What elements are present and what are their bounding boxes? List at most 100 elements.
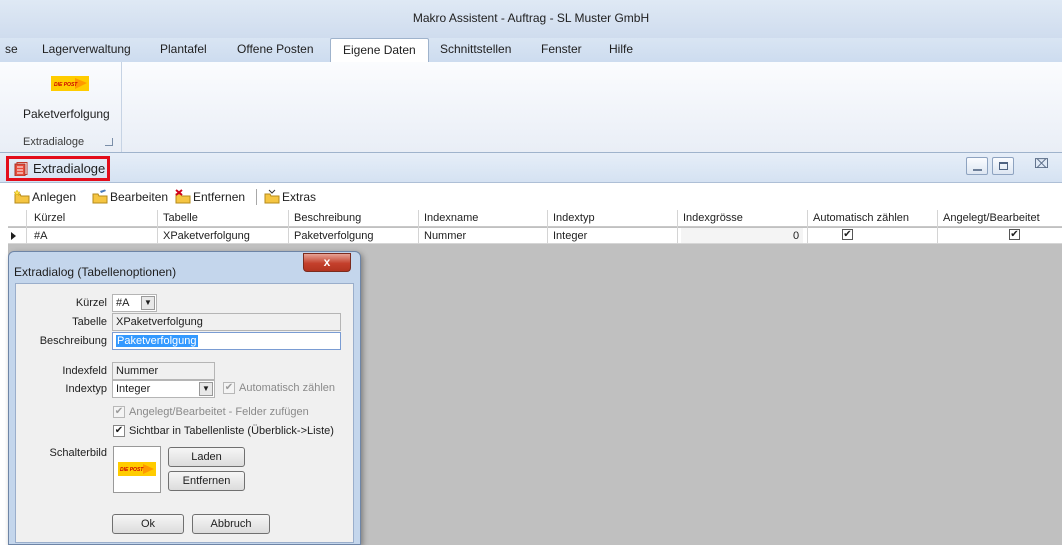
post-logo-icon[interactable]: DIE POST	[51, 76, 89, 91]
row-pointer-icon	[11, 232, 16, 240]
post-logo-icon: DIE POST	[118, 462, 156, 476]
dialog-title: Extradialog (Tabellenoptionen)	[14, 265, 177, 279]
automatisch-zaehlen-checkbox[interactable]: ✔ Automatisch zählen	[223, 382, 335, 394]
anlegen-label: Anlegen	[32, 190, 77, 204]
automatisch-zaehlen-label: Automatisch zählen	[239, 382, 335, 394]
sichtbar-label: Sichtbar in Tabellenliste (Überblick->Li…	[129, 425, 334, 437]
tab-lagerverwaltung[interactable]: Lagerverwaltung	[42, 42, 131, 56]
kuerzel-value: #A	[116, 297, 130, 309]
beschreibung-input[interactable]: Paketverfolgung	[112, 332, 341, 350]
laden-button[interactable]: Laden	[168, 447, 245, 467]
tab-offene-posten[interactable]: Offene Posten	[237, 42, 314, 56]
dialog-body: Kürzel #A ▼ Tabelle XPaketverfolgung Bes…	[15, 283, 354, 543]
cell-indexname: Nummer	[424, 230, 467, 242]
chevron-down-icon[interactable]: ▼	[199, 382, 213, 396]
new-folder-icon	[14, 189, 30, 204]
tab-schnittstellen[interactable]: Schnittstellen	[440, 42, 511, 56]
grid-divider	[547, 210, 548, 244]
tabelle-label: Tabelle	[72, 316, 107, 328]
angelegt-felder-label: Angelegt/Bearbeitet - Felder zufügen	[129, 406, 309, 418]
header-indexname[interactable]: Indexname	[424, 212, 478, 224]
minimize-icon	[973, 169, 982, 171]
beschreibung-label: Beschreibung	[39, 335, 107, 347]
toolbar-separator	[256, 189, 257, 205]
svg-text:DIE POST: DIE POST	[54, 82, 78, 88]
entfernen-label: Entfernen	[193, 190, 246, 204]
mdi-child-bar: Extradialoge ⌧	[0, 153, 1062, 183]
grid-divider	[288, 210, 289, 244]
abbruch-button[interactable]: Abbruch	[192, 514, 270, 534]
ribbon-group-label: Extradialoge	[23, 136, 85, 148]
ribbon-group-extradialoge: DIE POST Paketverfolgung Extradialoge	[10, 62, 122, 152]
window-title: Makro Assistent - Auftrag - SL Muster Gm…	[412, 11, 650, 25]
indexgroesse-cell-bg	[681, 228, 803, 243]
header-automatisch-zaehlen[interactable]: Automatisch zählen	[813, 212, 909, 224]
cell-indexgroesse: 0	[793, 230, 800, 242]
tab-eigene-daten[interactable]: Eigene Daten	[330, 38, 429, 63]
edit-folder-icon	[92, 189, 108, 204]
svg-text:DIE POST: DIE POST	[120, 467, 144, 473]
cell-tabelle: XPaketverfolgung	[163, 230, 250, 242]
window-titlebar: Makro Assistent - Auftrag - SL Muster Gm…	[0, 0, 1062, 38]
indexfeld-label: Indexfeld	[62, 365, 107, 377]
header-angelegt-bearbeitet[interactable]: Angelegt/Bearbeitet	[943, 212, 1040, 224]
checkbox-check-icon: ✔	[113, 406, 125, 418]
schalterbild-label: Schalterbild	[49, 447, 107, 459]
grid-divider	[157, 210, 158, 244]
header-indextyp[interactable]: Indextyp	[553, 212, 595, 224]
paketverfolgung-button[interactable]: Paketverfolgung	[23, 107, 110, 121]
restore-button[interactable]	[992, 157, 1014, 175]
bearbeiten-button[interactable]: Bearbeiten	[92, 189, 168, 205]
mdi-title: Extradialoge	[33, 161, 106, 176]
cell-automatisch-zaehlen-checkbox[interactable]: ✔	[842, 229, 853, 240]
tabelle-field: XPaketverfolgung	[112, 313, 341, 331]
grid-divider	[26, 210, 27, 244]
anlegen-button[interactable]: Anlegen	[14, 189, 76, 205]
chevron-down-icon[interactable]: ▼	[141, 296, 155, 310]
menu-bar: se Lagerverwaltung Plantafel Offene Post…	[0, 38, 1062, 63]
tab-plantafel[interactable]: Plantafel	[160, 42, 207, 56]
delete-folder-icon	[175, 189, 191, 204]
dialog-close-button[interactable]: x	[303, 253, 351, 272]
minimize-button[interactable]	[966, 157, 988, 175]
ok-button[interactable]: Ok	[112, 514, 184, 534]
bild-entfernen-button[interactable]: Entfernen	[168, 471, 245, 491]
extradialog-dialog: Extradialog (Tabellenoptionen) x Kürzel …	[8, 251, 361, 545]
indextyp-label: Indextyp	[65, 383, 107, 395]
angelegt-felder-checkbox[interactable]: ✔ Angelegt/Bearbeitet - Felder zufügen	[113, 406, 309, 418]
tab-hilfe[interactable]: Hilfe	[609, 42, 633, 56]
header-tabelle[interactable]: Tabelle	[163, 212, 198, 224]
bearbeiten-label: Bearbeiten	[110, 190, 169, 204]
header-indexgroesse[interactable]: Indexgrösse	[683, 212, 743, 224]
cell-kuerzel: #A	[34, 230, 48, 242]
ribbon: DIE POST Paketverfolgung Extradialoge	[0, 62, 1062, 153]
entfernen-button[interactable]: Entfernen	[175, 189, 245, 205]
grid-divider	[807, 210, 808, 244]
toolbar: Anlegen Bearbeiten Entfernen Extras	[0, 184, 1062, 210]
beschreibung-value: Paketverfolgung	[116, 335, 198, 347]
tab-se[interactable]: se	[5, 42, 18, 56]
indexfeld-field: Nummer	[112, 362, 215, 380]
checkbox-check-icon: ✔	[223, 382, 235, 394]
cell-angelegt-bearbeitet-checkbox[interactable]: ✔	[1009, 229, 1020, 240]
document-icon	[14, 161, 28, 176]
header-kuerzel[interactable]: Kürzel	[34, 212, 65, 224]
kuerzel-label: Kürzel	[75, 297, 107, 309]
indextyp-value: Integer	[116, 383, 151, 395]
header-beschreibung[interactable]: Beschreibung	[294, 212, 361, 224]
extras-button[interactable]: Extras	[264, 189, 316, 205]
dialog-launcher-icon[interactable]	[105, 138, 113, 146]
mdi-close-icon[interactable]: ⌧	[1034, 156, 1049, 172]
cell-beschreibung: Paketverfolgung	[294, 230, 374, 242]
grid-divider	[677, 210, 678, 244]
restore-icon	[999, 162, 1008, 170]
close-icon: x	[323, 255, 331, 269]
table-row[interactable]: #A XPaketverfolgung Paketverfolgung Numm…	[8, 228, 1062, 244]
tab-fenster[interactable]: Fenster	[541, 42, 582, 56]
grid-header: Kürzel Tabelle Beschreibung Indexname In…	[8, 210, 1062, 227]
extras-icon	[264, 189, 280, 204]
mdi-title-highlighted: Extradialoge	[6, 156, 110, 181]
schalterbild-preview: DIE POST	[113, 446, 161, 493]
grid-divider	[937, 210, 938, 244]
sichtbar-checkbox[interactable]: ✔ Sichtbar in Tabellenliste (Überblick->…	[113, 425, 334, 437]
